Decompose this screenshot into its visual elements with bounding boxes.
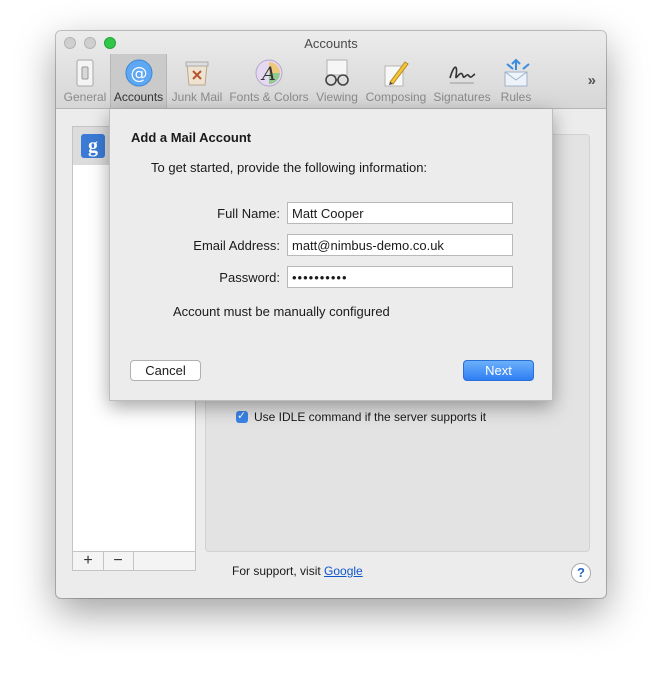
svg-text:A: A: [260, 63, 276, 85]
tab-accounts[interactable]: @ Accounts: [110, 54, 167, 108]
tab-viewing[interactable]: Viewing: [312, 54, 362, 108]
tab-label: Rules: [500, 90, 532, 104]
email-input[interactable]: [287, 234, 513, 256]
envelope-arrows-icon: [504, 58, 530, 87]
tab-label: Composing: [365, 90, 427, 104]
support-link[interactable]: Google: [324, 564, 363, 578]
tab-label: Accounts: [113, 90, 164, 104]
tab-rules[interactable]: Rules: [496, 54, 536, 108]
pencil-icon: [384, 61, 409, 87]
add-account-sheet: Add a Mail Account To get started, provi…: [109, 109, 553, 401]
tab-label: Fonts & Colors: [229, 90, 309, 104]
at-sign-icon: @: [125, 59, 152, 87]
tab-label: Junk Mail: [171, 90, 223, 104]
cancel-button[interactable]: Cancel: [130, 360, 201, 381]
sheet-intro: To get started, provide the following in…: [151, 160, 428, 175]
add-account-button[interactable]: +: [73, 552, 104, 570]
tab-signatures[interactable]: Signatures: [430, 54, 494, 108]
password-label: Password:: [219, 270, 280, 285]
tab-junk-mail[interactable]: Junk Mail: [169, 54, 225, 108]
support-note: For support, visit Google: [232, 564, 363, 578]
idle-checkbox[interactable]: [236, 409, 248, 423]
manual-config-note: Account must be manually configured: [173, 304, 390, 319]
font-a-icon: A: [255, 59, 283, 87]
full-name-input[interactable]: [287, 202, 513, 224]
switch-icon: [76, 59, 94, 87]
tab-label: Viewing: [316, 90, 358, 104]
sheet-title: Add a Mail Account: [131, 130, 252, 145]
support-prefix: For support, visit: [232, 564, 325, 578]
glasses-icon: [325, 59, 349, 86]
svg-text:@: @: [130, 64, 147, 84]
idle-option[interactable]: Use IDLE command if the server supports …: [236, 409, 487, 424]
list-buttons: + −: [72, 552, 196, 571]
tab-label: Signatures: [433, 90, 491, 104]
next-button[interactable]: Next: [463, 360, 534, 381]
toolbar-overflow-button[interactable]: »: [588, 72, 596, 89]
window-title: Accounts: [304, 36, 358, 51]
help-button[interactable]: ?: [571, 563, 591, 583]
junk-bin-icon: [185, 61, 209, 86]
full-name-label: Full Name:: [217, 206, 280, 221]
tab-fonts-colors[interactable]: A Fonts & Colors: [228, 54, 310, 108]
tab-label: General: [63, 90, 107, 104]
tab-composing[interactable]: Composing: [364, 54, 428, 108]
google-icon: g: [81, 134, 105, 158]
toolbar: Accounts General @ Accounts Junk Mail A …: [56, 31, 606, 109]
tab-general[interactable]: General: [62, 54, 108, 108]
email-label: Email Address:: [193, 238, 280, 253]
idle-label: Use IDLE command if the server supports …: [254, 410, 487, 424]
signature-icon: [449, 66, 476, 84]
remove-account-button[interactable]: −: [103, 552, 134, 570]
password-input[interactable]: [287, 266, 513, 288]
